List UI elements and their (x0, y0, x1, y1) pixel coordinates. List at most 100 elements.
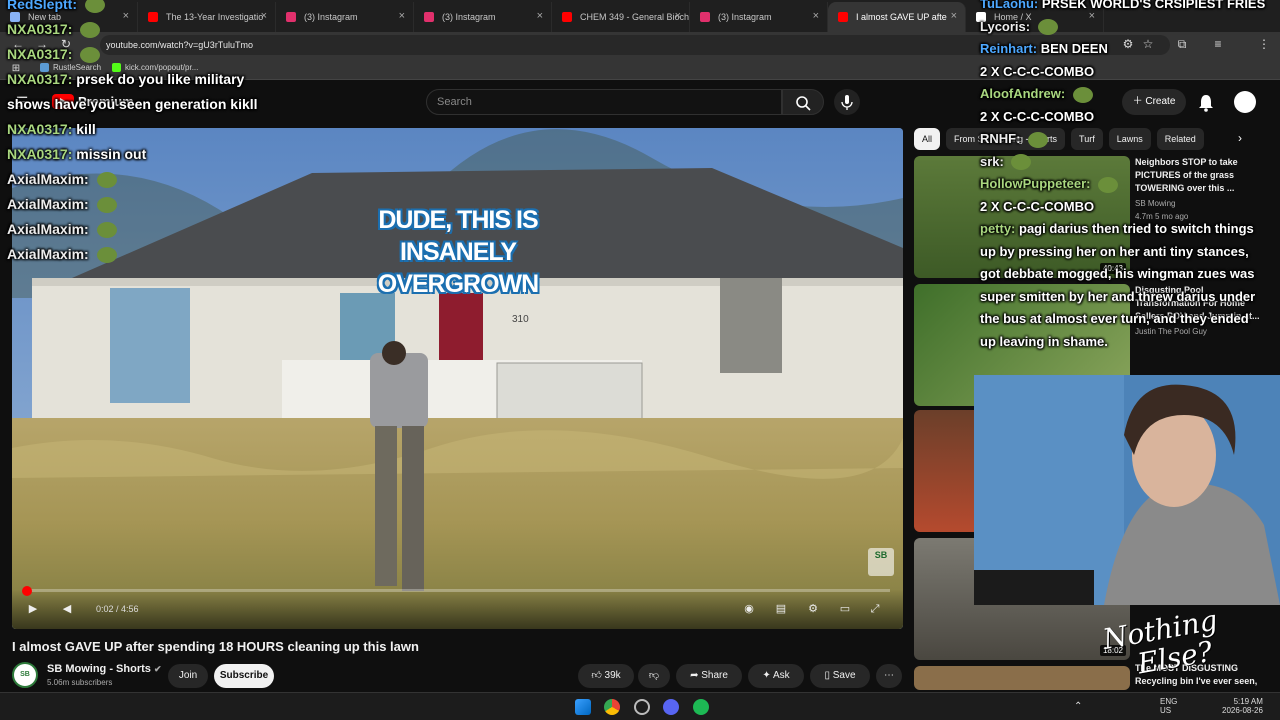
chat-emote-icon (96, 247, 117, 264)
recommendation-thumbnail[interactable]: 40:43 (914, 156, 1130, 278)
browser-tab[interactable]: I almost GAVE UP afte × (828, 2, 966, 32)
tab-favicon-icon (562, 12, 572, 22)
tab-close-icon[interactable]: × (537, 10, 543, 22)
tab-favicon-icon (838, 12, 848, 22)
thumbs-up-icon: 👍︎ (591, 670, 605, 681)
media-icon[interactable]: ≡ (1210, 36, 1226, 52)
chat-username[interactable]: AxialMaxim: (7, 171, 89, 187)
video-title: I almost GAVE UP after spending 18 HOURS… (12, 639, 419, 654)
account-avatar[interactable] (1234, 91, 1256, 113)
chat-message: NXA0317: (7, 21, 101, 39)
filter-chip[interactable]: Lawns (1108, 128, 1151, 150)
house-number: 310 (512, 314, 529, 325)
windows-start-icon[interactable] (575, 699, 591, 715)
chat-message: AxialMaxim: (7, 221, 117, 239)
menu-icon[interactable]: ⋮ (1256, 36, 1272, 52)
filter-chip[interactable]: Related (1156, 128, 1204, 150)
like-count: 39k (604, 670, 621, 681)
like-button[interactable]: 👍︎ 39k (578, 664, 634, 688)
chat-emote-icon (1028, 131, 1049, 148)
chat-username[interactable]: Reinhart: (980, 41, 1037, 56)
miniplayer-icon[interactable]: ▭ (838, 602, 852, 616)
tab-close-icon[interactable]: × (1089, 10, 1095, 22)
chat-username[interactable]: HollowPuppeteer: (980, 176, 1091, 191)
chat-username[interactable]: NXA0317: (7, 121, 72, 137)
chat-message: AxialMaxim: (7, 171, 117, 189)
browser-tab[interactable]: (3) Instagram × (414, 2, 552, 32)
spotify-icon[interactable] (693, 699, 709, 715)
ask-button[interactable]: ✦ Ask (748, 664, 804, 688)
chat-username[interactable]: RNHF: (980, 131, 1020, 146)
save-button[interactable]: ▯ Save (810, 664, 870, 688)
tab-close-icon[interactable]: × (123, 10, 129, 22)
obs-icon[interactable] (634, 699, 650, 715)
extension-icon[interactable]: ⚙ (1120, 36, 1136, 52)
voice-search-button[interactable] (834, 89, 860, 115)
create-button[interactable]: ＋ Create (1122, 89, 1186, 115)
tray-chevron-up-icon[interactable]: ⌃ (1074, 701, 1082, 712)
search-button[interactable] (782, 89, 824, 115)
recommendation-thumbnail[interactable] (914, 666, 1130, 690)
autoplay-toggle-icon[interactable]: ◉ (742, 602, 756, 616)
progress-scrubber[interactable] (22, 586, 32, 596)
tab-close-icon[interactable]: × (675, 10, 681, 22)
browser-tab[interactable]: (3) Instagram × (276, 2, 414, 32)
progress-bar[interactable] (24, 589, 890, 592)
browser-tab[interactable]: The 13-Year Investigatio × (138, 2, 276, 32)
channel-name[interactable]: SB Mowing - Shorts ✔ (47, 663, 162, 675)
tab-label: The 13-Year Investigatio (166, 12, 264, 22)
dislike-button[interactable]: 👎︎ (638, 664, 670, 688)
browser-tab[interactable]: CHEM 349 - General Bioch × (552, 2, 690, 32)
chat-username[interactable]: petty: (980, 221, 1015, 236)
tab-close-icon[interactable]: × (813, 10, 819, 22)
language-indicator[interactable]: ENG US (1160, 697, 1177, 715)
video-player[interactable]: DUDE, THIS IS INSANELY OVERGROWN 310 SB … (12, 128, 903, 629)
bookmark-star-icon[interactable]: ☆ (1140, 36, 1156, 52)
thumbs-down-icon: 👎︎ (648, 670, 660, 681)
chat-username[interactable]: srk: (980, 154, 1004, 169)
chat-text: the bus at almost ever turn, and they en… (980, 311, 1249, 326)
filter-chip[interactable]: Turf (1071, 128, 1103, 150)
chat-username[interactable]: RedSleptt: (7, 0, 77, 12)
chat-username[interactable]: NXA0317: (7, 146, 72, 162)
search-icon (796, 96, 811, 111)
chat-emote-icon (96, 197, 117, 214)
chat-username[interactable]: AloofAndrew: (980, 86, 1065, 101)
play-icon[interactable]: ▶ (26, 602, 40, 616)
recommendation-channel[interactable]: Justin The Pool Guy (1135, 327, 1207, 336)
extensions-puzzle-icon[interactable]: ⧉ (1174, 36, 1190, 52)
recommendation-title[interactable]: Neighbors STOP to take PICTURES of the g… (1135, 156, 1265, 195)
clock[interactable]: 5:19 AM 2026-08-26 (1222, 697, 1263, 715)
chat-username[interactable]: AxialMaxim: (7, 246, 89, 262)
search-input[interactable]: Search (426, 89, 782, 115)
chat-username[interactable]: AxialMaxim: (7, 196, 89, 212)
chat-username[interactable]: Lycoris: (980, 19, 1030, 34)
channel-watermark[interactable]: SB (868, 548, 894, 576)
more-actions-button[interactable]: ⋯ (876, 664, 902, 688)
recommendation-channel[interactable]: SB Mowing (1135, 199, 1175, 208)
chat-username[interactable]: AxialMaxim: (7, 221, 89, 237)
chat-username[interactable]: NXA0317: (7, 71, 72, 87)
chat-username[interactable]: TuLaohu: (980, 0, 1038, 11)
channel-avatar[interactable]: SB (12, 662, 38, 688)
chat-username[interactable]: NXA0317: (7, 21, 72, 37)
chat-emote-icon (80, 22, 101, 39)
settings-gear-icon[interactable]: ⚙ (806, 602, 820, 616)
tab-close-icon[interactable]: × (399, 10, 405, 22)
fullscreen-icon[interactable]: ⤢ (868, 602, 882, 616)
subscribe-button[interactable]: Subscribe (214, 664, 274, 688)
volume-icon[interactable]: ◀ (60, 602, 74, 616)
subtitles-icon[interactable]: ▤ (774, 602, 788, 616)
chat-username[interactable]: NXA0317: (7, 46, 72, 62)
share-button[interactable]: ➦ Share (676, 664, 742, 688)
chevron-right-icon[interactable]: › (1238, 131, 1242, 145)
notifications-bell-icon[interactable] (1196, 92, 1216, 112)
browser-tab[interactable]: (3) Instagram × (690, 2, 828, 32)
tab-close-icon[interactable]: × (951, 10, 957, 22)
tab-close-icon[interactable]: × (261, 10, 267, 22)
chat-text: missin out (76, 146, 147, 162)
discord-icon[interactable] (663, 699, 679, 715)
filter-chip[interactable]: All (914, 128, 941, 150)
chrome-icon[interactable] (604, 699, 620, 715)
join-button[interactable]: Join (168, 664, 208, 688)
